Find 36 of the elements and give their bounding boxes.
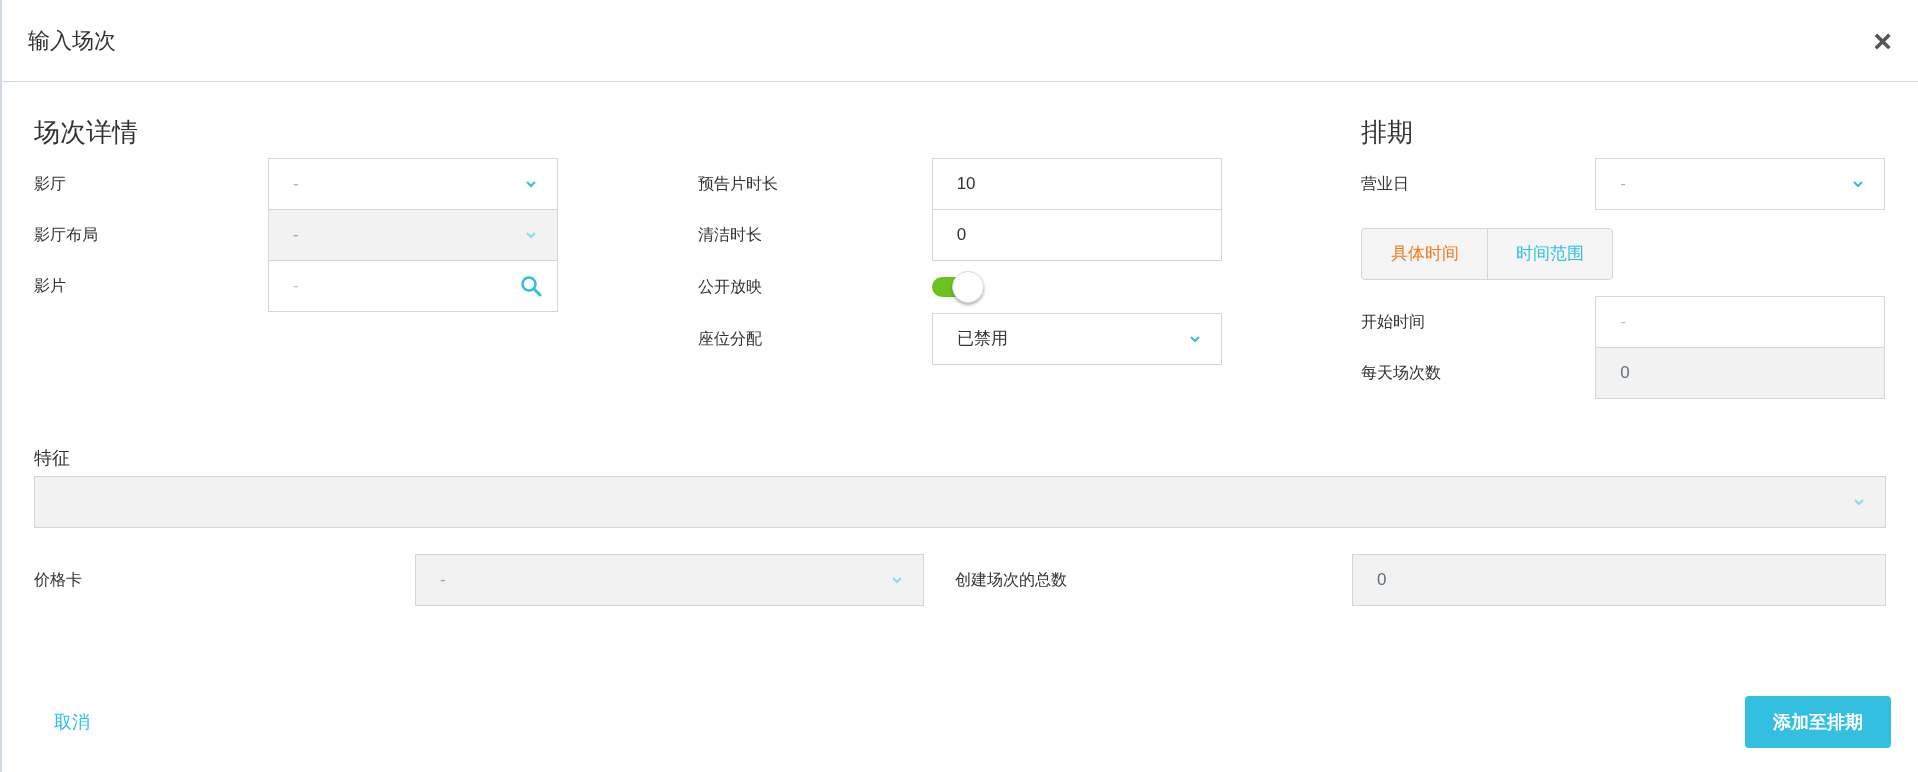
chevron-down-icon: [1852, 180, 1865, 188]
field-label: 特征: [34, 447, 71, 470]
dropdown-field[interactable]: 已禁用: [931, 313, 1222, 365]
chevron-down-icon: [1853, 498, 1865, 506]
field-label: 座位分配: [697, 329, 763, 349]
chevron-down-icon: [1188, 335, 1201, 343]
field-label: 创建场次的总数: [955, 570, 1068, 590]
section-heading: 场次详情: [34, 116, 139, 149]
close-button[interactable]: ×: [1873, 24, 1892, 57]
dialog-title: 输入场次: [28, 27, 116, 55]
dropdown-field[interactable]: -: [268, 158, 558, 210]
submit-button[interactable]: 添加至排期: [1745, 696, 1891, 748]
input-field[interactable]: -: [1595, 296, 1886, 348]
field-label: 营业日: [1361, 174, 1411, 194]
field-label: 影片: [34, 276, 67, 296]
field-label: 公开放映: [697, 277, 763, 297]
segment-button[interactable]: 具体时间: [1362, 229, 1487, 279]
field-label: 每天场次数: [1361, 363, 1443, 383]
search-field[interactable]: -: [268, 260, 558, 312]
search-icon[interactable]: [520, 275, 542, 297]
section-heading: 排期: [1361, 116, 1415, 149]
chevron-down-icon: [525, 180, 537, 188]
field-label: 影厅: [34, 174, 67, 194]
field-label: 开始时间: [1361, 312, 1427, 332]
field-label: 清洁时长: [697, 225, 763, 245]
dropdown-field[interactable]: -: [1595, 158, 1886, 210]
field-label: 预告片时长: [697, 174, 779, 194]
chevron-down-icon: [525, 231, 537, 239]
chevron-down-icon: [891, 576, 903, 584]
cancel-link[interactable]: 取消: [54, 708, 90, 736]
field-label: 价格卡: [34, 570, 83, 590]
toggle-switch[interactable]: [931, 271, 984, 303]
input-field[interactable]: 10: [931, 158, 1222, 210]
segment-button[interactable]: 时间范围: [1486, 229, 1613, 279]
field-label: 影厅布局: [34, 225, 99, 245]
input-field[interactable]: 0: [931, 209, 1222, 261]
